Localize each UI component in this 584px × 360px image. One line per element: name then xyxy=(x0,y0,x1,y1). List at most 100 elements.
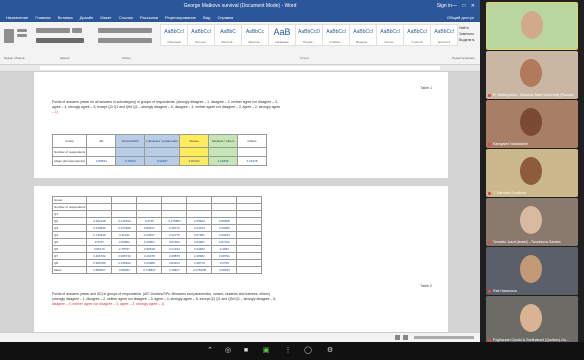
style-subtitle[interactable]: AaBbCcD Подзаг... xyxy=(295,24,323,46)
table-2: Group Number of respondents Q1 Q2 3.202138 3.… xyxy=(51,196,263,274)
group-label-paragraph: Абзац xyxy=(122,56,131,60)
ribbon-tabs: Назначение Главная Вставка Дизайн Макет … xyxy=(0,13,480,22)
participant-tile[interactable]: Kamgalee Nakawarsh xyxy=(486,100,578,148)
meeting-controls: ⌃ ◎ ■ ▣ ⋮ ◯ ⚙ xyxy=(0,342,584,360)
table-header-cell: Doctors/GPs xyxy=(115,134,146,148)
participant-name: T. Darczak-Surakova xyxy=(493,191,527,195)
muted-mic-icon xyxy=(488,290,491,293)
tab-review[interactable]: Рецензирование xyxy=(165,13,196,22)
status-bar xyxy=(0,332,480,342)
tab-mailings[interactable]: Рассылки xyxy=(140,13,158,22)
tab-insert[interactable]: Вставка xyxy=(58,13,73,22)
tab-help[interactable]: Справка xyxy=(217,13,233,22)
table-row: Q5 3.5767 4.80862 3.16857 3.87262 3.84387 3.87… xyxy=(51,238,263,246)
participant-tile[interactable]: Rak Hasanova xyxy=(486,247,578,295)
style-title[interactable]: AaB Название xyxy=(268,24,296,46)
table-row: Q1 xyxy=(51,210,263,218)
participant-tile[interactable]: R. Moiseyenko - Moscow State University … xyxy=(486,51,578,99)
table-header-cell: Students / others xyxy=(208,134,239,148)
tab-file[interactable]: Назначение xyxy=(6,13,28,22)
video-icon[interactable]: ■ xyxy=(240,346,252,355)
clipboard-group xyxy=(2,25,30,57)
participant-panel: R. Moiseyenko - Moscow State University … xyxy=(480,0,584,344)
table-row: Q3 3.416832 3.274388 3.86217 3.48772 3.23413 3… xyxy=(51,224,263,232)
table-row: Number of respondents xyxy=(51,147,268,157)
person-avatar xyxy=(520,304,542,332)
settings-icon[interactable]: ⚙ xyxy=(324,346,336,355)
style-intense-emphasis[interactable]: AaBbCcl Сильн... xyxy=(376,24,404,46)
share-screen-icon[interactable]: ▣ xyxy=(260,346,272,355)
zoom-slider[interactable] xyxy=(414,336,474,339)
person-avatar xyxy=(520,157,542,185)
style-no-spacing[interactable]: AaBbCcl Без инт. xyxy=(187,24,215,46)
style-quote-2[interactable]: AaBbCcl Цитата 2 xyxy=(430,24,458,46)
participant-tile[interactable]: Fogliazzari Gorski & Sonthakoni (Québec)… xyxy=(486,296,578,344)
font-family-dropdown[interactable] xyxy=(36,28,70,33)
paste-icon[interactable] xyxy=(4,29,14,43)
chevron-up-icon[interactable]: ⌃ xyxy=(204,346,216,355)
person-avatar xyxy=(520,108,542,136)
word-titlebar: George Matkovs survival (Document Mode) … xyxy=(0,0,480,13)
group-label-clipboard: Буфер обмена xyxy=(4,56,25,60)
participant-name: R. Moiseyenko - Moscow State University … xyxy=(493,93,574,97)
muted-mic-icon xyxy=(488,94,491,97)
alignment-buttons[interactable] xyxy=(98,38,152,43)
ruler[interactable] xyxy=(0,65,480,72)
person-avatar xyxy=(521,11,543,39)
cut-icon[interactable] xyxy=(17,29,27,32)
more-icon[interactable]: ⋮ xyxy=(282,346,294,355)
tab-design[interactable]: Дизайн xyxy=(80,13,93,22)
style-subtle-emphasis[interactable]: AaBbCcl Слабое... xyxy=(322,24,350,46)
font-format-buttons[interactable] xyxy=(36,38,84,43)
paragraph: Points of answers (mean and SD) in group… xyxy=(52,292,277,306)
leave-icon[interactable]: ◯ xyxy=(302,346,314,355)
table-row: Mean 2.866527 3.88282 3.718837 3.78847 3.2752… xyxy=(51,266,263,274)
table-row: Mean (all respondents) 3.88534 3.78223 3… xyxy=(51,156,268,166)
font-size-dropdown[interactable] xyxy=(72,28,82,33)
tab-layout[interactable]: Макет xyxy=(100,13,111,22)
editing-group: Найти Заменить Выделить xyxy=(459,25,479,57)
person-avatar xyxy=(520,59,542,87)
table-header-cell: Lifesavers / paramedics xyxy=(144,134,181,148)
table-header-cell: Nurses xyxy=(179,134,210,148)
muted-mic-icon xyxy=(488,241,491,244)
participant-name: Rak Hasanova xyxy=(493,289,517,293)
style-heading-2[interactable]: AaBbCc Заголов... xyxy=(241,24,269,46)
table-row: Q6 3.85176 2.78757 3.96518 3.27234 3.34482 3.4… xyxy=(51,245,263,253)
participant-name: Tornado Jusuf (Israel) - Tivonisova Sand… xyxy=(493,240,561,244)
group-label-styles: Стили xyxy=(300,56,309,60)
table-row: Q4 2.719346 3.11291 4.20817 3.22772 3.07381 3.… xyxy=(51,231,263,239)
share-button[interactable]: Общий доступ xyxy=(447,13,474,22)
microphone-icon[interactable]: ◎ xyxy=(222,346,234,355)
paragraph: Points of answers (mean for all answers … xyxy=(52,100,281,114)
table-1-label: Table 1 xyxy=(420,86,432,90)
ribbon: Буфер обмена Шрифт Абзац AaBbCcl Обычный … xyxy=(0,22,480,65)
document-title: George Matkovs survival (Document Mode) … xyxy=(183,3,297,9)
style-heading-1[interactable]: AaBbC Заголов... xyxy=(214,24,242,46)
tab-home[interactable]: Главная xyxy=(35,13,50,22)
style-strong[interactable]: AaBbCcl Строгий xyxy=(403,24,431,46)
table-2-label: Table 2 xyxy=(420,284,432,288)
read-mode-icon[interactable] xyxy=(395,335,400,340)
table-header-cell: AR xyxy=(86,134,117,148)
document-canvas[interactable]: Table 1 Points of answers (mean for all … xyxy=(0,72,480,332)
font-group xyxy=(34,25,92,57)
window-controls[interactable]: — □ ✕ xyxy=(452,0,477,13)
tab-references[interactable]: Ссылки xyxy=(119,13,133,22)
style-normal[interactable]: AaBbCcl Обычный xyxy=(160,24,188,46)
document-page-1: Table 1 Points of answers (mean for all … xyxy=(34,72,448,178)
muted-mic-icon xyxy=(488,143,491,146)
participant-tile[interactable]: Tornado Jusuf (Israel) - Tivonisova Sand… xyxy=(486,198,578,246)
tab-view[interactable]: Вид xyxy=(203,13,210,22)
participant-tile[interactable]: T. Darczak-Surakova xyxy=(486,149,578,197)
table-row: Q7 3.466792 3.005739 3.16278 3.28879 2.48382 3… xyxy=(51,252,263,260)
print-layout-icon[interactable] xyxy=(403,335,408,340)
table-header-cell: Others xyxy=(237,134,268,148)
document-page-2: Group Number of respondents Q1 Q2 3.202138 3.… xyxy=(34,186,448,332)
style-emphasis[interactable]: AaBbCcl Выделе... xyxy=(349,24,377,46)
sign-in-link[interactable]: Sign in xyxy=(437,0,452,13)
participant-tile[interactable] xyxy=(486,2,578,50)
list-buttons[interactable] xyxy=(98,28,152,33)
copy-icon[interactable] xyxy=(17,34,27,37)
select-button[interactable]: Выделить xyxy=(459,37,479,43)
